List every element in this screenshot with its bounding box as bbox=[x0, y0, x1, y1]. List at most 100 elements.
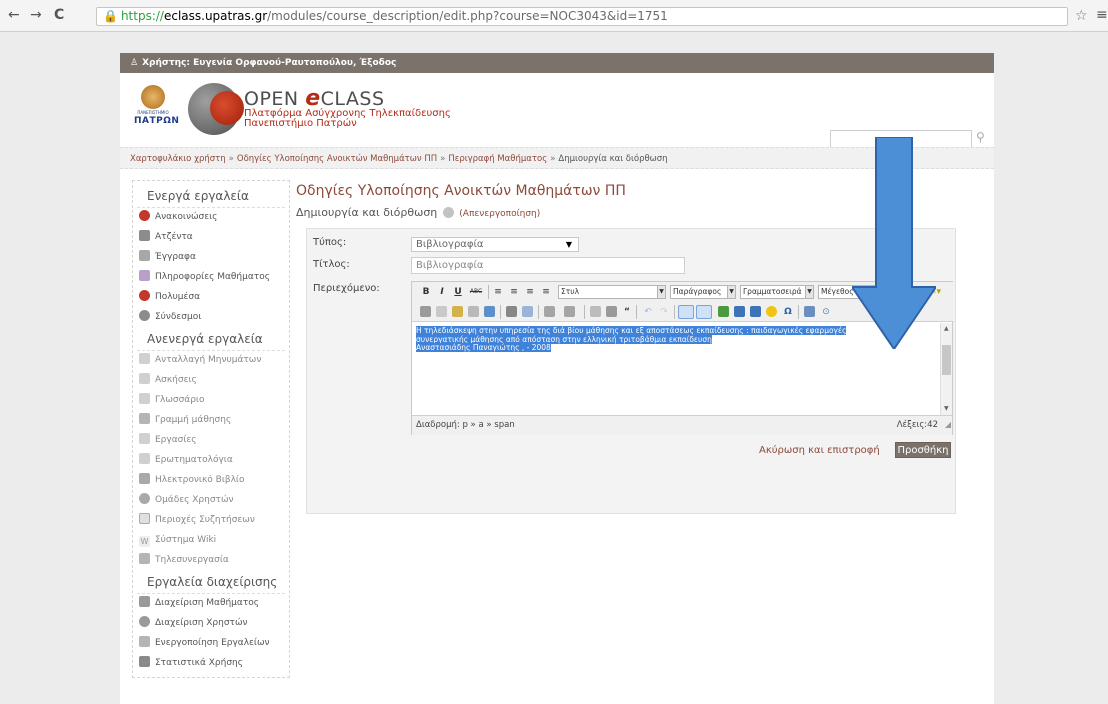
sidebar-item-links[interactable]: Σύνδεσμοι bbox=[133, 308, 289, 328]
strikethrough-button[interactable]: ABC bbox=[468, 285, 484, 299]
align-left-icon[interactable]: ≡ bbox=[492, 285, 504, 299]
breadcrumb-item[interactable]: Χαρτοφυλάκιο χρήστη bbox=[130, 154, 226, 164]
undo-icon[interactable]: ↶ bbox=[642, 305, 654, 319]
sidebar-item-user-admin[interactable]: Διαχείριση Χρηστών bbox=[133, 614, 289, 634]
sidebar-item-assignments[interactable]: Εργασίες bbox=[133, 431, 289, 451]
help-icon[interactable]: ⊙ bbox=[820, 305, 832, 319]
table-icon[interactable] bbox=[804, 306, 815, 317]
type-select-value: Βιβλιογραφία bbox=[416, 239, 484, 250]
bullet-list-icon[interactable] bbox=[544, 306, 555, 317]
font-select[interactable]: Γραμματοσειρά ▼ bbox=[740, 285, 814, 299]
breadcrumb-item[interactable]: Οδηγίες Υλοποίησης Ανοικτών Μαθημάτων ΠΠ bbox=[237, 154, 437, 164]
sidebar-item-user-groups[interactable]: Ομάδες Χρηστών bbox=[133, 491, 289, 511]
subtitle-text: Δημιουργία και διόρθωση bbox=[296, 206, 438, 219]
type-select[interactable]: Βιβλιογραφία ▼ bbox=[411, 237, 579, 252]
lock-icon: 🔒 bbox=[103, 9, 118, 23]
special-char-icon[interactable]: Ω bbox=[782, 305, 794, 319]
sidebar-item-agenda[interactable]: Ατζέντα bbox=[133, 228, 289, 248]
sidebar-item-announcements[interactable]: Ανακοινώσεις bbox=[133, 208, 289, 228]
openeclass-logo-icon[interactable] bbox=[188, 83, 244, 135]
bookmark-star-icon[interactable]: ☆ bbox=[1075, 8, 1088, 24]
outdent-icon[interactable] bbox=[590, 306, 601, 317]
editor-text-line: Αναστασιάδης Παναγιώτης , - 2008 bbox=[416, 343, 551, 352]
deactivate-link[interactable]: (Απενεργοποίηση) bbox=[459, 209, 540, 219]
link-insert-icon[interactable] bbox=[678, 305, 694, 319]
indent-icon[interactable] bbox=[606, 306, 617, 317]
scroll-thumb[interactable] bbox=[942, 345, 951, 375]
unlink-icon[interactable] bbox=[696, 305, 712, 319]
sidebar-item-teleconference[interactable]: Τηλεσυνεργασία bbox=[133, 551, 289, 571]
statistics-icon bbox=[139, 656, 150, 667]
align-right-icon[interactable]: ≡ bbox=[524, 285, 536, 299]
format-select[interactable]: Παράγραφος ▼ bbox=[670, 285, 736, 299]
sidebar-item-exercises[interactable]: Ασκήσεις bbox=[133, 371, 289, 391]
users-icon bbox=[139, 616, 150, 627]
paste-icon[interactable] bbox=[452, 306, 463, 317]
wrench-icon bbox=[139, 636, 150, 647]
redo-icon[interactable]: ↷ bbox=[658, 305, 670, 319]
reload-icon[interactable]: C bbox=[54, 8, 64, 22]
sidebar-item-multimedia[interactable]: Πολυμέσα bbox=[133, 288, 289, 308]
content-label: Περιεχόμενο: bbox=[313, 283, 380, 294]
image-insert-icon[interactable] bbox=[734, 306, 745, 317]
user-icon: ♙ bbox=[130, 58, 139, 68]
cut-icon[interactable] bbox=[420, 306, 431, 317]
anchor-icon[interactable] bbox=[718, 306, 729, 317]
forum-icon bbox=[139, 513, 150, 524]
chevron-down-icon: ▼ bbox=[657, 286, 665, 298]
cancel-link[interactable]: Ακύρωση και επιστροφή bbox=[759, 445, 880, 456]
sidebar-item-documents[interactable]: Έγγραφα bbox=[133, 248, 289, 268]
align-center-icon[interactable]: ≡ bbox=[508, 285, 520, 299]
blockquote-icon[interactable]: “ bbox=[622, 305, 632, 319]
sidebar-item-statistics[interactable]: Στατιστικά Χρήσης bbox=[133, 654, 289, 674]
resize-handle-icon[interactable]: ◢ bbox=[945, 416, 951, 434]
browser-toolbar: ← → C 🔒 https://eclass.upatras.gr/modules… bbox=[0, 0, 1108, 32]
editor-status-bar: Διαδρομή: p » a » span Λέξεις:42 ◢ bbox=[412, 415, 952, 435]
add-button[interactable]: Προσθήκη bbox=[895, 442, 951, 458]
calendar-icon bbox=[139, 230, 150, 241]
sidebar-item-questionnaires[interactable]: Ερωτηματολόγια bbox=[133, 451, 289, 471]
university-logo[interactable]: ΠΑΝΕΠΙΣΤΗΜΙΟ ΠΑΤΡΩΝ bbox=[134, 85, 179, 131]
sidebar-item-wiki[interactable]: W Σύστημα Wiki bbox=[133, 531, 289, 551]
sidebar-item-label: Ηλεκτρονικό Βιβλίο bbox=[155, 475, 245, 485]
paste-text-icon[interactable] bbox=[468, 306, 479, 317]
forward-icon[interactable]: → bbox=[30, 8, 42, 22]
scroll-down-icon[interactable]: ▼ bbox=[944, 405, 949, 412]
emoticon-icon[interactable] bbox=[766, 306, 777, 317]
bold-button[interactable]: B bbox=[420, 285, 432, 299]
copy-icon[interactable] bbox=[436, 306, 447, 317]
italic-button[interactable]: I bbox=[436, 285, 448, 299]
media-insert-icon[interactable] bbox=[750, 306, 761, 317]
search-icon[interactable]: ⚲ bbox=[976, 130, 985, 144]
editor-scrollbar[interactable]: ▲ ▼ bbox=[940, 323, 952, 415]
underline-button[interactable]: U bbox=[452, 285, 464, 299]
replace-icon[interactable] bbox=[522, 306, 533, 317]
title-input[interactable]: Βιβλιογραφία bbox=[411, 257, 685, 274]
style-select[interactable]: Στυλ ▼ bbox=[558, 285, 666, 299]
back-icon[interactable]: ← bbox=[8, 8, 20, 22]
sidebar-item-messages[interactable]: Ανταλλαγή Μηνυμάτων bbox=[133, 351, 289, 371]
sidebar-item-course-admin[interactable]: Διαχείριση Μαθήματος bbox=[133, 594, 289, 614]
breadcrumb-item[interactable]: Περιγραφή Μαθήματος bbox=[448, 154, 547, 164]
align-justify-icon[interactable]: ≡ bbox=[540, 285, 552, 299]
gear-icon[interactable] bbox=[442, 207, 454, 218]
scissors-icon bbox=[139, 596, 150, 607]
sidebar-item-course-info[interactable]: Πληροφορίες Μαθήματος bbox=[133, 268, 289, 288]
sidebar-item-ebook[interactable]: Ηλεκτρονικό Βιβλίο bbox=[133, 471, 289, 491]
brand-class: CLASS bbox=[320, 88, 385, 110]
numbered-list-icon[interactable] bbox=[564, 306, 575, 317]
browser-menu-icon[interactable]: ≡ bbox=[1096, 7, 1108, 23]
sidebar-item-learning-path[interactable]: Γραμμή μάθησης bbox=[133, 411, 289, 431]
sidebar-item-forums[interactable]: Περιοχές Συζητήσεων bbox=[133, 511, 289, 531]
messages-icon bbox=[139, 353, 150, 364]
tag-icon bbox=[139, 270, 150, 281]
sidebar-item-label: Εργασίες bbox=[155, 435, 197, 445]
sidebar-item-tool-activation[interactable]: Ενεργοποίηση Εργαλείων bbox=[133, 634, 289, 654]
user-bar-text[interactable]: Χρήστης: Ευγενία Ορφανού-Ραυτοπούλου, Έξ… bbox=[142, 58, 396, 68]
scroll-up-icon[interactable]: ▲ bbox=[944, 325, 949, 332]
sidebar-item-label: Πληροφορίες Μαθήματος bbox=[155, 272, 271, 282]
address-bar[interactable]: 🔒 https://eclass.upatras.gr/modules/cours… bbox=[96, 7, 1068, 26]
sidebar-item-glossary[interactable]: Γλωσσάριο bbox=[133, 391, 289, 411]
find-icon[interactable] bbox=[506, 306, 517, 317]
paste-word-icon[interactable] bbox=[484, 306, 495, 317]
